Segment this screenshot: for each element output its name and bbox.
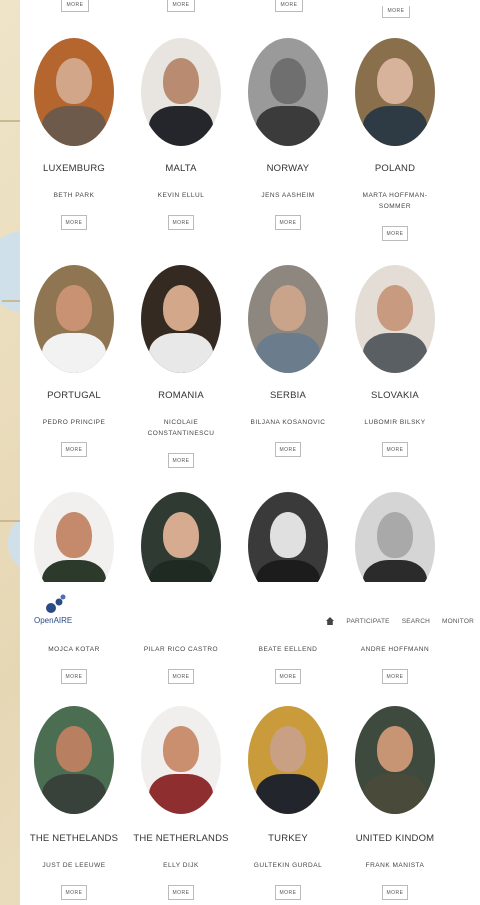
map-road (2, 300, 20, 302)
person-name: BETH PARK (53, 192, 95, 199)
more-button[interactable]: MORE (382, 442, 408, 457)
avatar (141, 38, 221, 146)
nav-links: PARTICIPATE SEARCH MONITOR (326, 617, 474, 625)
nav-link-participate[interactable]: PARTICIPATE (346, 618, 389, 625)
avatar (141, 706, 221, 814)
avatar (355, 265, 435, 373)
more-button[interactable]: MORE (61, 442, 87, 457)
country-name: PORTUGAL (47, 390, 101, 401)
person-name: ANDRE HOFFMANN (360, 646, 430, 653)
more-button[interactable]: MORE (61, 0, 89, 12)
country-name: TURKEY (268, 833, 308, 844)
country-name: SERBIA (269, 390, 307, 401)
person-name: MARTA HOFFMAN-SOMMER (362, 192, 428, 210)
country-name: THE NETHELANDS (29, 833, 119, 844)
more-button[interactable]: MORE (275, 442, 301, 457)
openaire-logo[interactable]: OpenAIRE (34, 592, 94, 628)
person-name: FRANK MANISTA (365, 862, 425, 869)
person-name: GULTEKIN GURDAL (253, 862, 323, 869)
avatar (355, 38, 435, 146)
previous-row-remnant: MORE MORE MORE MORE (20, 0, 480, 20)
more-button[interactable]: MORE (61, 885, 87, 900)
nav-link-monitor[interactable]: MONITOR (442, 618, 474, 625)
person-name: ELLY DIJK (163, 862, 199, 869)
avatar (141, 265, 221, 373)
avatar (34, 706, 114, 814)
more-button[interactable]: MORE (382, 669, 408, 684)
avatar (355, 706, 435, 814)
person-name: KEVIN ELLUL (157, 192, 205, 199)
avatar (34, 265, 114, 373)
country-name: MALTA (165, 163, 197, 174)
person-name: PILAR RICO CASTRO (143, 646, 219, 653)
person-name: NICOLAIE CONSTANTINESCU (147, 419, 215, 437)
more-button[interactable]: MORE (275, 885, 301, 900)
country-name: THE NETHERLANDS (133, 833, 229, 844)
map-road (0, 520, 20, 522)
more-button[interactable]: MORE (275, 669, 301, 684)
more-button[interactable]: MORE (168, 215, 194, 230)
avatar (248, 265, 328, 373)
person-name: MOJCA KOTAR (48, 646, 100, 653)
participants-panel: MORE MORE MORE MORE LUXEMBURG BETH PARK … (20, 0, 480, 905)
person-name: PEDRO PRINCIPE (42, 419, 106, 426)
openaire-logo-icon (46, 594, 66, 613)
country-name: NORWAY (266, 163, 310, 174)
map-road (0, 120, 20, 122)
home-icon[interactable] (326, 617, 335, 625)
more-button[interactable]: MORE (168, 669, 194, 684)
person-name: BILJANA KOSANOVIC (250, 419, 326, 426)
more-button[interactable]: MORE (275, 215, 301, 230)
more-button[interactable]: MORE (167, 0, 195, 12)
more-button[interactable]: MORE (168, 453, 194, 468)
more-button[interactable]: MORE (61, 215, 87, 230)
person-name: JUST DE LEEUWE (42, 862, 106, 869)
more-button[interactable]: MORE (382, 6, 410, 18)
country-name: ROMANIA (158, 390, 204, 401)
person-name: JENS AASHEIM (261, 192, 315, 199)
country-name: POLAND (374, 163, 416, 174)
person-name: LUBOMIR BILSKY (364, 419, 426, 426)
country-name: UNITED KINDOM (355, 833, 435, 844)
more-button[interactable]: MORE (382, 226, 408, 241)
more-button[interactable]: MORE (275, 0, 303, 12)
avatar (34, 38, 114, 146)
country-name: LUXEMBURG (43, 163, 105, 174)
top-navbar: OpenAIRE PARTICIPATE SEARCH MONITOR (20, 582, 480, 642)
more-button[interactable]: MORE (168, 885, 194, 900)
person-name: BEATE EELLEND (258, 646, 318, 653)
more-button[interactable]: MORE (61, 669, 87, 684)
logo-text: OpenAIRE (34, 616, 73, 625)
avatar (248, 706, 328, 814)
country-name: SLOVAKIA (371, 390, 419, 401)
more-button[interactable]: MORE (382, 885, 408, 900)
nav-link-search[interactable]: SEARCH (402, 618, 430, 625)
avatar (248, 38, 328, 146)
